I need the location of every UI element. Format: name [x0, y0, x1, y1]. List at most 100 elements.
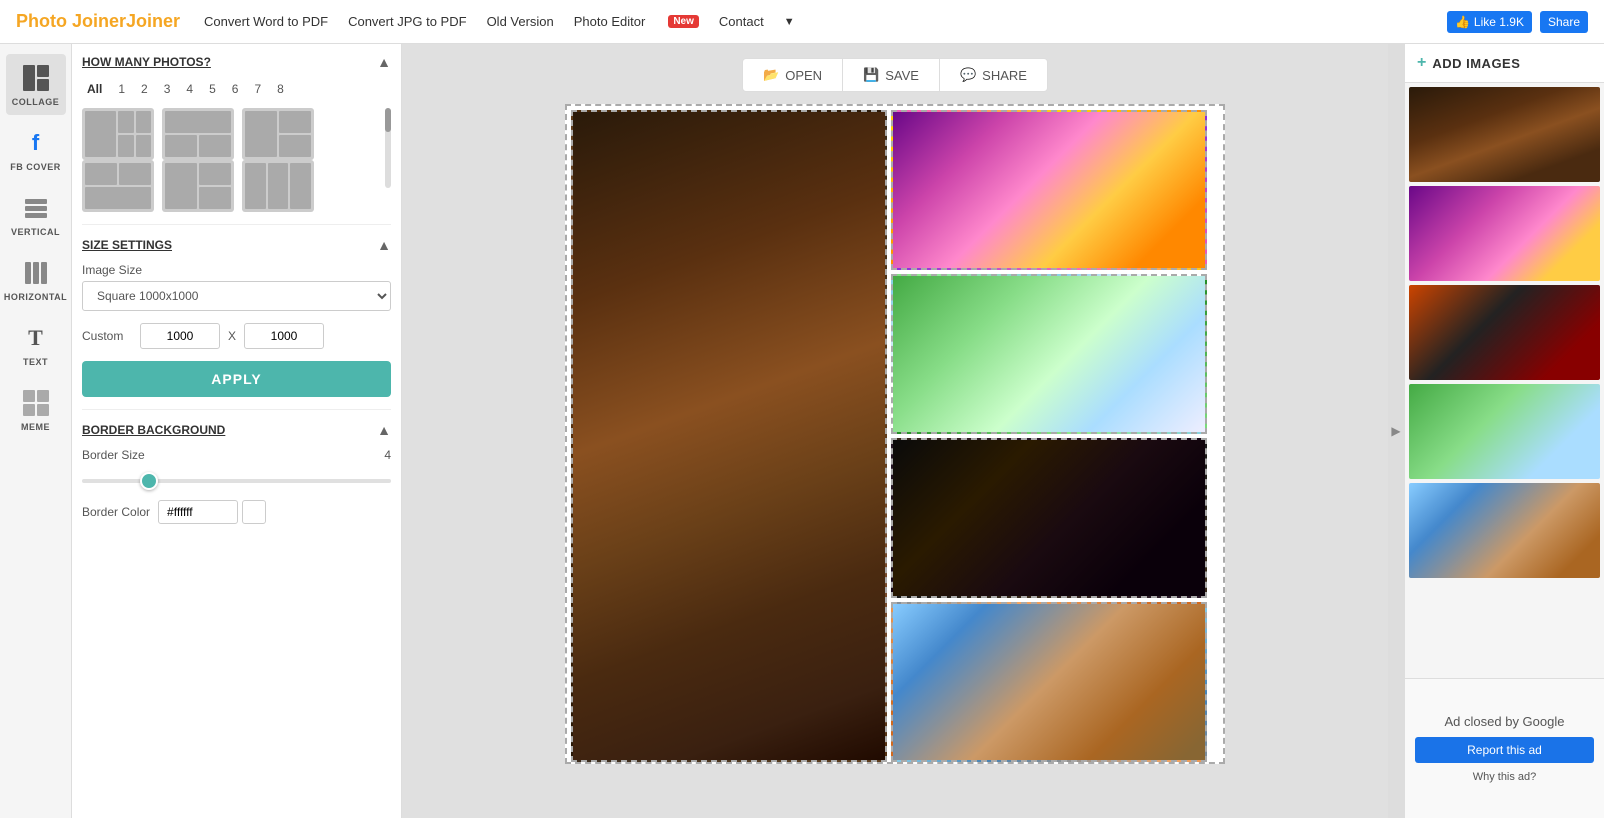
photo-cell-br[interactable] [891, 602, 1207, 762]
count-tab-6[interactable]: 6 [227, 80, 244, 98]
photo-cell-mr2[interactable] [891, 438, 1207, 598]
border-color-input[interactable] [158, 500, 238, 524]
border-size-slider[interactable] [82, 479, 391, 483]
how-many-section-header: HOW MANY PHOTOS? ▲ [82, 54, 391, 70]
image-thumbnails [1405, 83, 1604, 678]
sidebar-item-vertical[interactable]: VERTICAL [6, 184, 66, 245]
size-settings-arrow[interactable]: ▲ [377, 237, 391, 253]
thumb-4[interactable] [1409, 384, 1600, 479]
sidebar-item-meme[interactable]: MEME [6, 379, 66, 440]
canvas-toolbar: 📂 OPEN 💾 SAVE 💬 SHARE [742, 58, 1048, 92]
border-color-swatch[interactable] [242, 500, 266, 524]
fb-like-button[interactable]: 👍 Like 1.9K [1447, 11, 1532, 33]
thumb-1[interactable] [1409, 87, 1600, 182]
folder-icon: 📂 [763, 67, 779, 83]
options-panel: HOW MANY PHOTOS? ▲ All 1 2 3 4 5 6 7 8 [72, 44, 402, 818]
divider-1 [82, 224, 391, 225]
share-icon: 💬 [960, 67, 976, 83]
why-ad-link[interactable]: Why this ad? [1473, 771, 1537, 783]
save-label: SAVE [885, 68, 919, 83]
count-tab-all[interactable]: All [82, 80, 107, 98]
divider-2 [82, 409, 391, 410]
fb-share-button[interactable]: Share [1540, 11, 1588, 33]
sidebar-label-meme: MEME [21, 422, 50, 432]
layout-thumb-6[interactable] [242, 160, 314, 212]
fb-cover-icon: f [20, 127, 52, 159]
nav-convert-word[interactable]: Convert Word to PDF [204, 14, 328, 29]
count-tab-8[interactable]: 8 [272, 80, 289, 98]
share-label: SHARE [982, 68, 1027, 83]
border-color-label: Border Color [82, 505, 150, 519]
border-size-row: Border Size 4 [82, 448, 391, 462]
layout-thumb-1[interactable] [82, 108, 154, 160]
nav-contact[interactable]: Contact [719, 14, 764, 29]
layout-scrollbar[interactable] [385, 108, 391, 188]
nav-photo-editor[interactable]: Photo Editor [574, 14, 646, 29]
count-tab-4[interactable]: 4 [181, 80, 198, 98]
count-tab-3[interactable]: 3 [159, 80, 176, 98]
border-bg-header: BORDER BACKGROUND ▲ [82, 422, 391, 438]
layout-thumb-4[interactable] [82, 160, 154, 212]
border-size-label: Border Size [82, 448, 145, 462]
canvas-area: 📂 OPEN 💾 SAVE 💬 SHARE [402, 44, 1388, 818]
size-x-separator: X [228, 329, 236, 343]
sidebar-label-fb-cover: FB COVER [10, 162, 61, 172]
share-button[interactable]: 💬 SHARE [940, 59, 1047, 91]
sidebar-item-horizontal[interactable]: HORIZONTAL [6, 249, 66, 310]
save-button[interactable]: 💾 SAVE [843, 59, 940, 91]
meme-icon [20, 387, 52, 419]
thumb-2[interactable] [1409, 186, 1600, 281]
border-bg-arrow[interactable]: ▲ [377, 422, 391, 438]
brand-joiner: Joiner [126, 11, 180, 31]
layout-thumb-5[interactable] [162, 160, 234, 212]
main-layout: COLLAGE f FB COVER VERTICAL HORIZONTAL [0, 44, 1604, 818]
count-tab-1[interactable]: 1 [113, 80, 130, 98]
collage-canvas [565, 104, 1225, 764]
layout-row-2 [82, 160, 373, 212]
count-tab-5[interactable]: 5 [204, 80, 221, 98]
app-brand[interactable]: Photo JoinerJoiner [16, 11, 180, 32]
sidebar-item-collage[interactable]: COLLAGE [6, 54, 66, 115]
collapse-handle[interactable]: ▶ [1388, 44, 1404, 818]
image-size-group: Image Size Square 1000x1000 Portrait 100… [82, 263, 391, 311]
collage-icon [20, 62, 52, 94]
layout-thumb-3[interactable] [242, 108, 314, 160]
layout-thumb-2[interactable] [162, 108, 234, 160]
custom-label: Custom [82, 329, 132, 343]
count-tab-2[interactable]: 2 [136, 80, 153, 98]
nav-contact-arrow[interactable]: ▼ [784, 16, 795, 28]
sidebar-item-text[interactable]: T TEXT [6, 314, 66, 375]
how-many-arrow[interactable]: ▲ [377, 54, 391, 70]
custom-height-input[interactable] [244, 323, 324, 349]
count-tab-7[interactable]: 7 [249, 80, 266, 98]
sidebar-label-text: TEXT [23, 357, 48, 367]
size-settings-title: SIZE SETTINGS [82, 238, 172, 252]
how-many-title: HOW MANY PHOTOS? [82, 55, 211, 69]
custom-width-input[interactable] [140, 323, 220, 349]
fb-icon: 👍 [1455, 15, 1470, 29]
photo-cell-mr1[interactable] [891, 274, 1207, 434]
apply-button[interactable]: APPLY [82, 361, 391, 397]
layout-row-1 [82, 108, 373, 160]
vertical-icon [20, 192, 52, 224]
nav-links: Convert Word to PDF Convert JPG to PDF O… [204, 14, 1447, 29]
nav-convert-jpg[interactable]: Convert JPG to PDF [348, 14, 466, 29]
top-navigation: Photo JoinerJoiner Convert Word to PDF C… [0, 0, 1604, 44]
horizontal-icon [20, 257, 52, 289]
image-size-select[interactable]: Square 1000x1000 Portrait 1000x1500 Land… [82, 281, 391, 311]
brand-photo: Photo Joiner [16, 11, 126, 31]
scrollbar-thumb [385, 108, 391, 132]
add-images-header[interactable]: + ADD IMAGES [1405, 44, 1604, 83]
thumb-3[interactable] [1409, 285, 1600, 380]
photo-cell-large[interactable] [571, 110, 887, 762]
sidebar-label-horizontal: HORIZONTAL [4, 292, 67, 302]
nav-old-version[interactable]: Old Version [487, 14, 554, 29]
photo-cell-tr[interactable] [891, 110, 1207, 270]
count-tabs: All 1 2 3 4 5 6 7 8 [82, 80, 391, 98]
sidebar-item-fb-cover[interactable]: f FB COVER [6, 119, 66, 180]
report-ad-button[interactable]: Report this ad [1415, 737, 1594, 763]
sidebar-label-collage: COLLAGE [12, 97, 60, 107]
thumb-5[interactable] [1409, 483, 1600, 578]
open-button[interactable]: 📂 OPEN [743, 59, 843, 91]
custom-size-row: Custom X [82, 323, 391, 349]
